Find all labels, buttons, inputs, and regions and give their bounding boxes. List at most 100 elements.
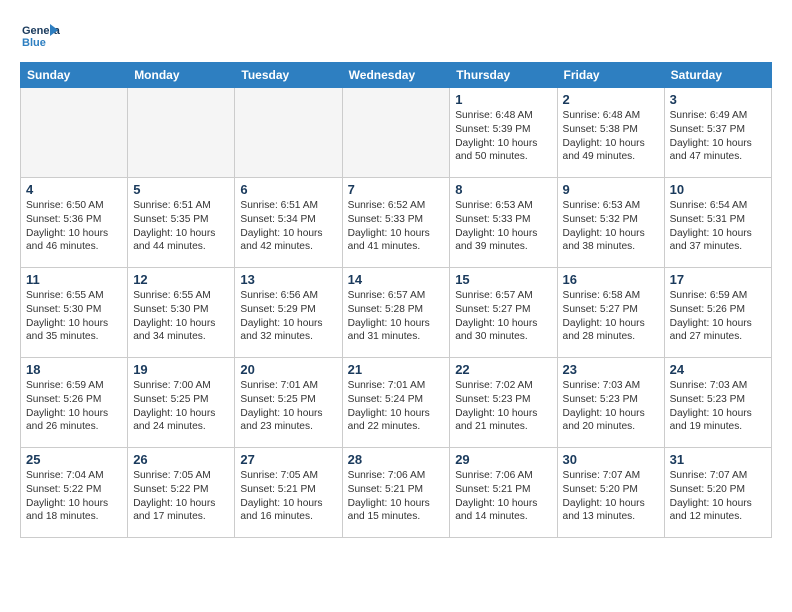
day-info: Sunrise: 7:05 AM Sunset: 5:22 PM Dayligh… — [133, 469, 229, 524]
calendar-cell — [342, 88, 450, 178]
day-info: Sunrise: 6:48 AM Sunset: 5:39 PM Dayligh… — [455, 109, 551, 164]
day-number: 26 — [133, 452, 229, 467]
day-number: 29 — [455, 452, 551, 467]
day-info: Sunrise: 6:48 AM Sunset: 5:38 PM Dayligh… — [563, 109, 659, 164]
day-number: 9 — [563, 182, 659, 197]
calendar-cell — [235, 88, 342, 178]
calendar-cell: 11 Sunrise: 6:55 AM Sunset: 5:30 PM Dayli… — [21, 268, 128, 358]
logo: General Blue — [20, 16, 60, 56]
week-row-5: 25 Sunrise: 7:04 AM Sunset: 5:22 PM Dayli… — [21, 448, 772, 538]
calendar-cell: 13 Sunrise: 6:56 AM Sunset: 5:29 PM Dayli… — [235, 268, 342, 358]
calendar-cell: 4 Sunrise: 6:50 AM Sunset: 5:36 PM Daylig… — [21, 178, 128, 268]
calendar-cell: 20 Sunrise: 7:01 AM Sunset: 5:25 PM Dayli… — [235, 358, 342, 448]
day-number: 28 — [348, 452, 445, 467]
day-number: 13 — [240, 272, 336, 287]
day-info: Sunrise: 7:05 AM Sunset: 5:21 PM Dayligh… — [240, 469, 336, 524]
calendar-cell: 10 Sunrise: 6:54 AM Sunset: 5:31 PM Dayli… — [664, 178, 771, 268]
calendar-cell: 16Sunrise: 6:58 AM Sunset: 5:27 PM Dayli… — [557, 268, 664, 358]
calendar-header-sunday: Sunday — [21, 63, 128, 88]
calendar-cell: 22 Sunrise: 7:02 AM Sunset: 5:23 PM Dayli… — [450, 358, 557, 448]
day-number: 5 — [133, 182, 229, 197]
day-info: Sunrise: 7:04 AM Sunset: 5:22 PM Dayligh… — [26, 469, 122, 524]
day-info: Sunrise: 6:52 AM Sunset: 5:33 PM Dayligh… — [348, 199, 445, 254]
logo-icon: General Blue — [20, 16, 60, 56]
calendar-table: SundayMondayTuesdayWednesdayThursdayFrid… — [20, 62, 772, 538]
calendar-cell: 7Sunrise: 6:52 AM Sunset: 5:33 PM Daylig… — [342, 178, 450, 268]
day-number: 23 — [563, 362, 659, 377]
calendar-cell: 17 Sunrise: 6:59 AM Sunset: 5:26 PM Dayli… — [664, 268, 771, 358]
week-row-4: 18 Sunrise: 6:59 AM Sunset: 5:26 PM Dayli… — [21, 358, 772, 448]
day-info: Sunrise: 7:03 AM Sunset: 5:23 PM Dayligh… — [670, 379, 766, 434]
day-info: Sunrise: 7:07 AM Sunset: 5:20 PM Dayligh… — [563, 469, 659, 524]
day-number: 30 — [563, 452, 659, 467]
calendar-cell: 30 Sunrise: 7:07 AM Sunset: 5:20 PM Dayli… — [557, 448, 664, 538]
day-number: 25 — [26, 452, 122, 467]
calendar-header-wednesday: Wednesday — [342, 63, 450, 88]
day-info: Sunrise: 6:55 AM Sunset: 5:30 PM Dayligh… — [26, 289, 122, 344]
day-info: Sunrise: 6:55 AM Sunset: 5:30 PM Dayligh… — [133, 289, 229, 344]
calendar-cell — [21, 88, 128, 178]
day-info: Sunrise: 7:06 AM Sunset: 5:21 PM Dayligh… — [455, 469, 551, 524]
calendar-cell: 24 Sunrise: 7:03 AM Sunset: 5:23 PM Dayli… — [664, 358, 771, 448]
calendar-cell: 5 Sunrise: 6:51 AM Sunset: 5:35 PM Daylig… — [128, 178, 235, 268]
day-number: 14 — [348, 272, 445, 287]
day-info: Sunrise: 6:57 AM Sunset: 5:27 PM Dayligh… — [455, 289, 551, 344]
calendar-cell: 25 Sunrise: 7:04 AM Sunset: 5:22 PM Dayli… — [21, 448, 128, 538]
day-info: Sunrise: 6:54 AM Sunset: 5:31 PM Dayligh… — [670, 199, 766, 254]
week-row-3: 11 Sunrise: 6:55 AM Sunset: 5:30 PM Dayli… — [21, 268, 772, 358]
day-number: 1 — [455, 92, 551, 107]
calendar-cell — [128, 88, 235, 178]
day-info: Sunrise: 7:01 AM Sunset: 5:24 PM Dayligh… — [348, 379, 445, 434]
day-info: Sunrise: 7:01 AM Sunset: 5:25 PM Dayligh… — [240, 379, 336, 434]
calendar-cell: 26 Sunrise: 7:05 AM Sunset: 5:22 PM Dayli… — [128, 448, 235, 538]
calendar-header-friday: Friday — [557, 63, 664, 88]
day-info: Sunrise: 7:02 AM Sunset: 5:23 PM Dayligh… — [455, 379, 551, 434]
calendar-cell: 8 Sunrise: 6:53 AM Sunset: 5:33 PM Daylig… — [450, 178, 557, 268]
day-number: 17 — [670, 272, 766, 287]
calendar-cell: 29 Sunrise: 7:06 AM Sunset: 5:21 PM Dayli… — [450, 448, 557, 538]
day-number: 3 — [670, 92, 766, 107]
calendar-header-monday: Monday — [128, 63, 235, 88]
day-number: 20 — [240, 362, 336, 377]
day-info: Sunrise: 6:59 AM Sunset: 5:26 PM Dayligh… — [670, 289, 766, 344]
day-info: Sunrise: 6:59 AM Sunset: 5:26 PM Dayligh… — [26, 379, 122, 434]
calendar-cell: 9 Sunrise: 6:53 AM Sunset: 5:32 PM Daylig… — [557, 178, 664, 268]
day-info: Sunrise: 6:53 AM Sunset: 5:33 PM Dayligh… — [455, 199, 551, 254]
day-info: Sunrise: 6:49 AM Sunset: 5:37 PM Dayligh… — [670, 109, 766, 164]
day-number: 10 — [670, 182, 766, 197]
calendar-cell: 14Sunrise: 6:57 AM Sunset: 5:28 PM Dayli… — [342, 268, 450, 358]
day-number: 24 — [670, 362, 766, 377]
calendar-header-thursday: Thursday — [450, 63, 557, 88]
calendar-cell: 12Sunrise: 6:55 AM Sunset: 5:30 PM Dayli… — [128, 268, 235, 358]
day-number: 27 — [240, 452, 336, 467]
day-number: 4 — [26, 182, 122, 197]
calendar-cell: 19Sunrise: 7:00 AM Sunset: 5:25 PM Dayli… — [128, 358, 235, 448]
calendar-cell: 1 Sunrise: 6:48 AM Sunset: 5:39 PM Daylig… — [450, 88, 557, 178]
day-info: Sunrise: 7:07 AM Sunset: 5:20 PM Dayligh… — [670, 469, 766, 524]
day-number: 11 — [26, 272, 122, 287]
day-number: 22 — [455, 362, 551, 377]
calendar-cell: 21Sunrise: 7:01 AM Sunset: 5:24 PM Dayli… — [342, 358, 450, 448]
day-info: Sunrise: 6:51 AM Sunset: 5:34 PM Dayligh… — [240, 199, 336, 254]
day-info: Sunrise: 6:51 AM Sunset: 5:35 PM Dayligh… — [133, 199, 229, 254]
week-row-2: 4 Sunrise: 6:50 AM Sunset: 5:36 PM Daylig… — [21, 178, 772, 268]
calendar-cell: 27 Sunrise: 7:05 AM Sunset: 5:21 PM Dayli… — [235, 448, 342, 538]
calendar-body: 1 Sunrise: 6:48 AM Sunset: 5:39 PM Daylig… — [21, 88, 772, 538]
day-info: Sunrise: 6:56 AM Sunset: 5:29 PM Dayligh… — [240, 289, 336, 344]
calendar-cell: 18 Sunrise: 6:59 AM Sunset: 5:26 PM Dayli… — [21, 358, 128, 448]
day-info: Sunrise: 7:03 AM Sunset: 5:23 PM Dayligh… — [563, 379, 659, 434]
day-info: Sunrise: 6:50 AM Sunset: 5:36 PM Dayligh… — [26, 199, 122, 254]
day-number: 8 — [455, 182, 551, 197]
calendar-cell: 28Sunrise: 7:06 AM Sunset: 5:21 PM Dayli… — [342, 448, 450, 538]
day-info: Sunrise: 6:53 AM Sunset: 5:32 PM Dayligh… — [563, 199, 659, 254]
day-number: 31 — [670, 452, 766, 467]
calendar-cell: 15Sunrise: 6:57 AM Sunset: 5:27 PM Dayli… — [450, 268, 557, 358]
day-number: 19 — [133, 362, 229, 377]
day-number: 16 — [563, 272, 659, 287]
calendar-cell: 6Sunrise: 6:51 AM Sunset: 5:34 PM Daylig… — [235, 178, 342, 268]
day-number: 18 — [26, 362, 122, 377]
calendar-cell: 31 Sunrise: 7:07 AM Sunset: 5:20 PM Dayli… — [664, 448, 771, 538]
calendar-header-tuesday: Tuesday — [235, 63, 342, 88]
calendar-cell: 2Sunrise: 6:48 AM Sunset: 5:38 PM Daylig… — [557, 88, 664, 178]
calendar-cell: 23 Sunrise: 7:03 AM Sunset: 5:23 PM Dayli… — [557, 358, 664, 448]
